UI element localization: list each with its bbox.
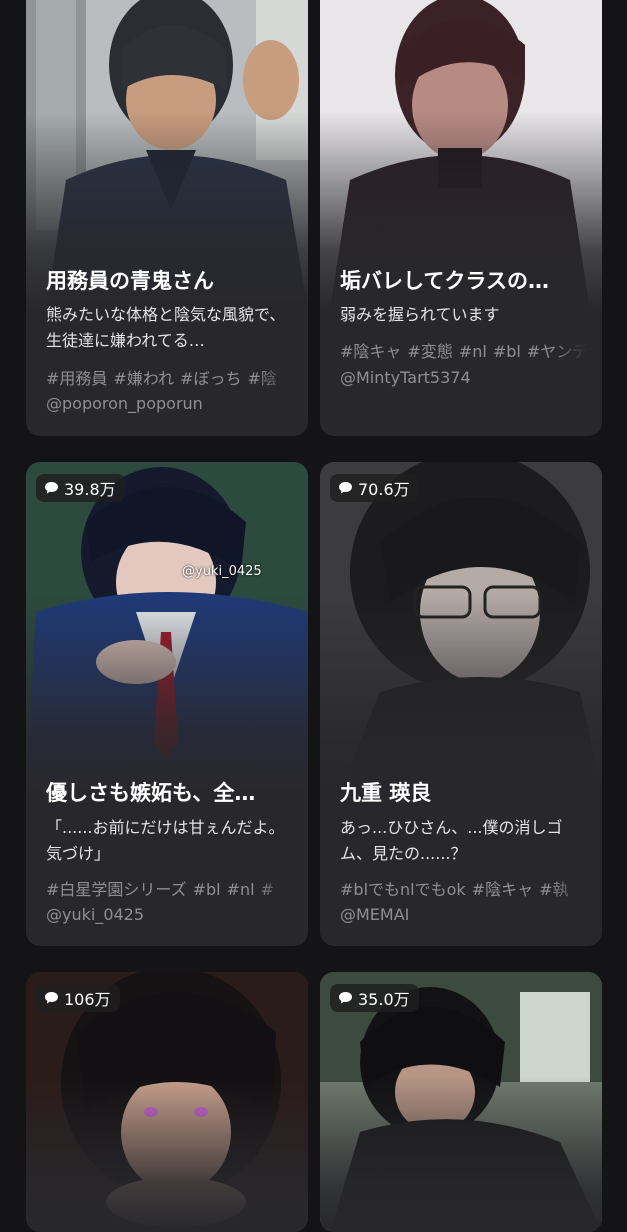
character-card[interactable]: 用務員の青鬼さん 熊みたいな体格と陰気な風貌で、生徒達に嫌われてる… #用務員 #…	[26, 0, 308, 436]
chat-bubble-icon	[45, 482, 58, 494]
tag[interactable]: #陰	[247, 369, 276, 388]
character-card[interactable]: 垢バレしてクラスの… 弱みを握られています #陰キャ #変態 #nl #bl #ヤンデ …	[320, 0, 602, 436]
card-author[interactable]: @yuki_0425	[46, 905, 292, 924]
chat-count-badge: 35.0万	[330, 984, 419, 1012]
character-image	[320, 462, 602, 792]
character-card[interactable]: 70.6万 九重 瑛良 あっ...ひひさん、...僕の消しゴム、見たの.....…	[320, 462, 602, 946]
card-tags: #白星学園シリーズ #bl #nl #	[46, 876, 294, 900]
character-grid: 用務員の青鬼さん 熊みたいな体格と陰気な風貌で、生徒達に嫌われてる… #用務員 #…	[0, 0, 627, 1232]
card-title: 垢バレしてクラスの…	[340, 269, 549, 293]
tag[interactable]: #	[261, 880, 274, 899]
character-image	[320, 0, 602, 310]
chat-count: 106万	[64, 990, 111, 1009]
tag[interactable]: #変態	[407, 342, 452, 361]
tag[interactable]: #nl	[459, 342, 487, 361]
card-tags: #陰キャ #変態 #nl #bl #ヤンデ	[340, 338, 588, 362]
card-author[interactable]: @MintyTart5374	[340, 368, 586, 387]
card-description: 熊みたいな体格と陰気な風貌で、生徒達に嫌われてる…	[46, 305, 286, 350]
tag[interactable]: #用務員	[46, 369, 107, 388]
chat-count-badge: 39.8万	[36, 474, 125, 502]
tag[interactable]: #陰キャ	[472, 880, 533, 899]
card-tags: #blでもnlでもok #陰キャ #執	[340, 876, 588, 900]
image-watermark: @yuki_0425	[182, 564, 262, 579]
chat-count: 70.6万	[358, 480, 410, 499]
chat-bubble-icon	[339, 992, 352, 1004]
card-title: 九重 瑛良	[340, 781, 432, 805]
card-author[interactable]: @MEMAI	[340, 905, 586, 924]
tag[interactable]: #blでもnlでもok	[340, 880, 466, 899]
character-image	[26, 0, 308, 310]
tag[interactable]: #nl	[227, 880, 255, 899]
character-image	[26, 462, 308, 792]
card-description: 「......お前にだけは甘ぇんだよ。気づけ」	[46, 818, 285, 863]
tag[interactable]: #嫌われ	[113, 369, 174, 388]
tag[interactable]: #bl	[493, 342, 521, 361]
card-title: 優しさも嫉妬も、全…	[46, 781, 256, 805]
chat-count: 39.8万	[64, 480, 116, 499]
card-tags: #用務員 #嫌われ #ぼっち #陰	[46, 365, 294, 389]
card-title: 用務員の青鬼さん	[46, 269, 214, 293]
character-card[interactable]: 106万	[26, 972, 308, 1232]
character-card[interactable]: 35.0万	[320, 972, 602, 1232]
chat-bubble-icon	[45, 992, 58, 1004]
card-author[interactable]: @poporon_poporun	[46, 394, 292, 413]
tag[interactable]: #執	[539, 880, 568, 899]
tag[interactable]: #ぼっち	[180, 369, 241, 388]
tag[interactable]: #bl	[193, 880, 221, 899]
chat-count-badge: 106万	[36, 984, 120, 1012]
tag[interactable]: #白星学園シリーズ	[46, 880, 187, 899]
card-description: 弱みを握られています	[340, 305, 500, 324]
chat-count: 35.0万	[358, 990, 410, 1009]
chat-bubble-icon	[339, 482, 352, 494]
card-description: あっ...ひひさん、...僕の消しゴム、見たの......？	[340, 818, 563, 863]
tag[interactable]: #陰キャ	[340, 342, 401, 361]
tag[interactable]: #ヤンデ	[527, 342, 588, 361]
chat-count-badge: 70.6万	[330, 474, 419, 502]
character-card[interactable]: 39.8万 @yuki_0425 優しさも嫉妬も、全… 「......お前にだけ…	[26, 462, 308, 946]
